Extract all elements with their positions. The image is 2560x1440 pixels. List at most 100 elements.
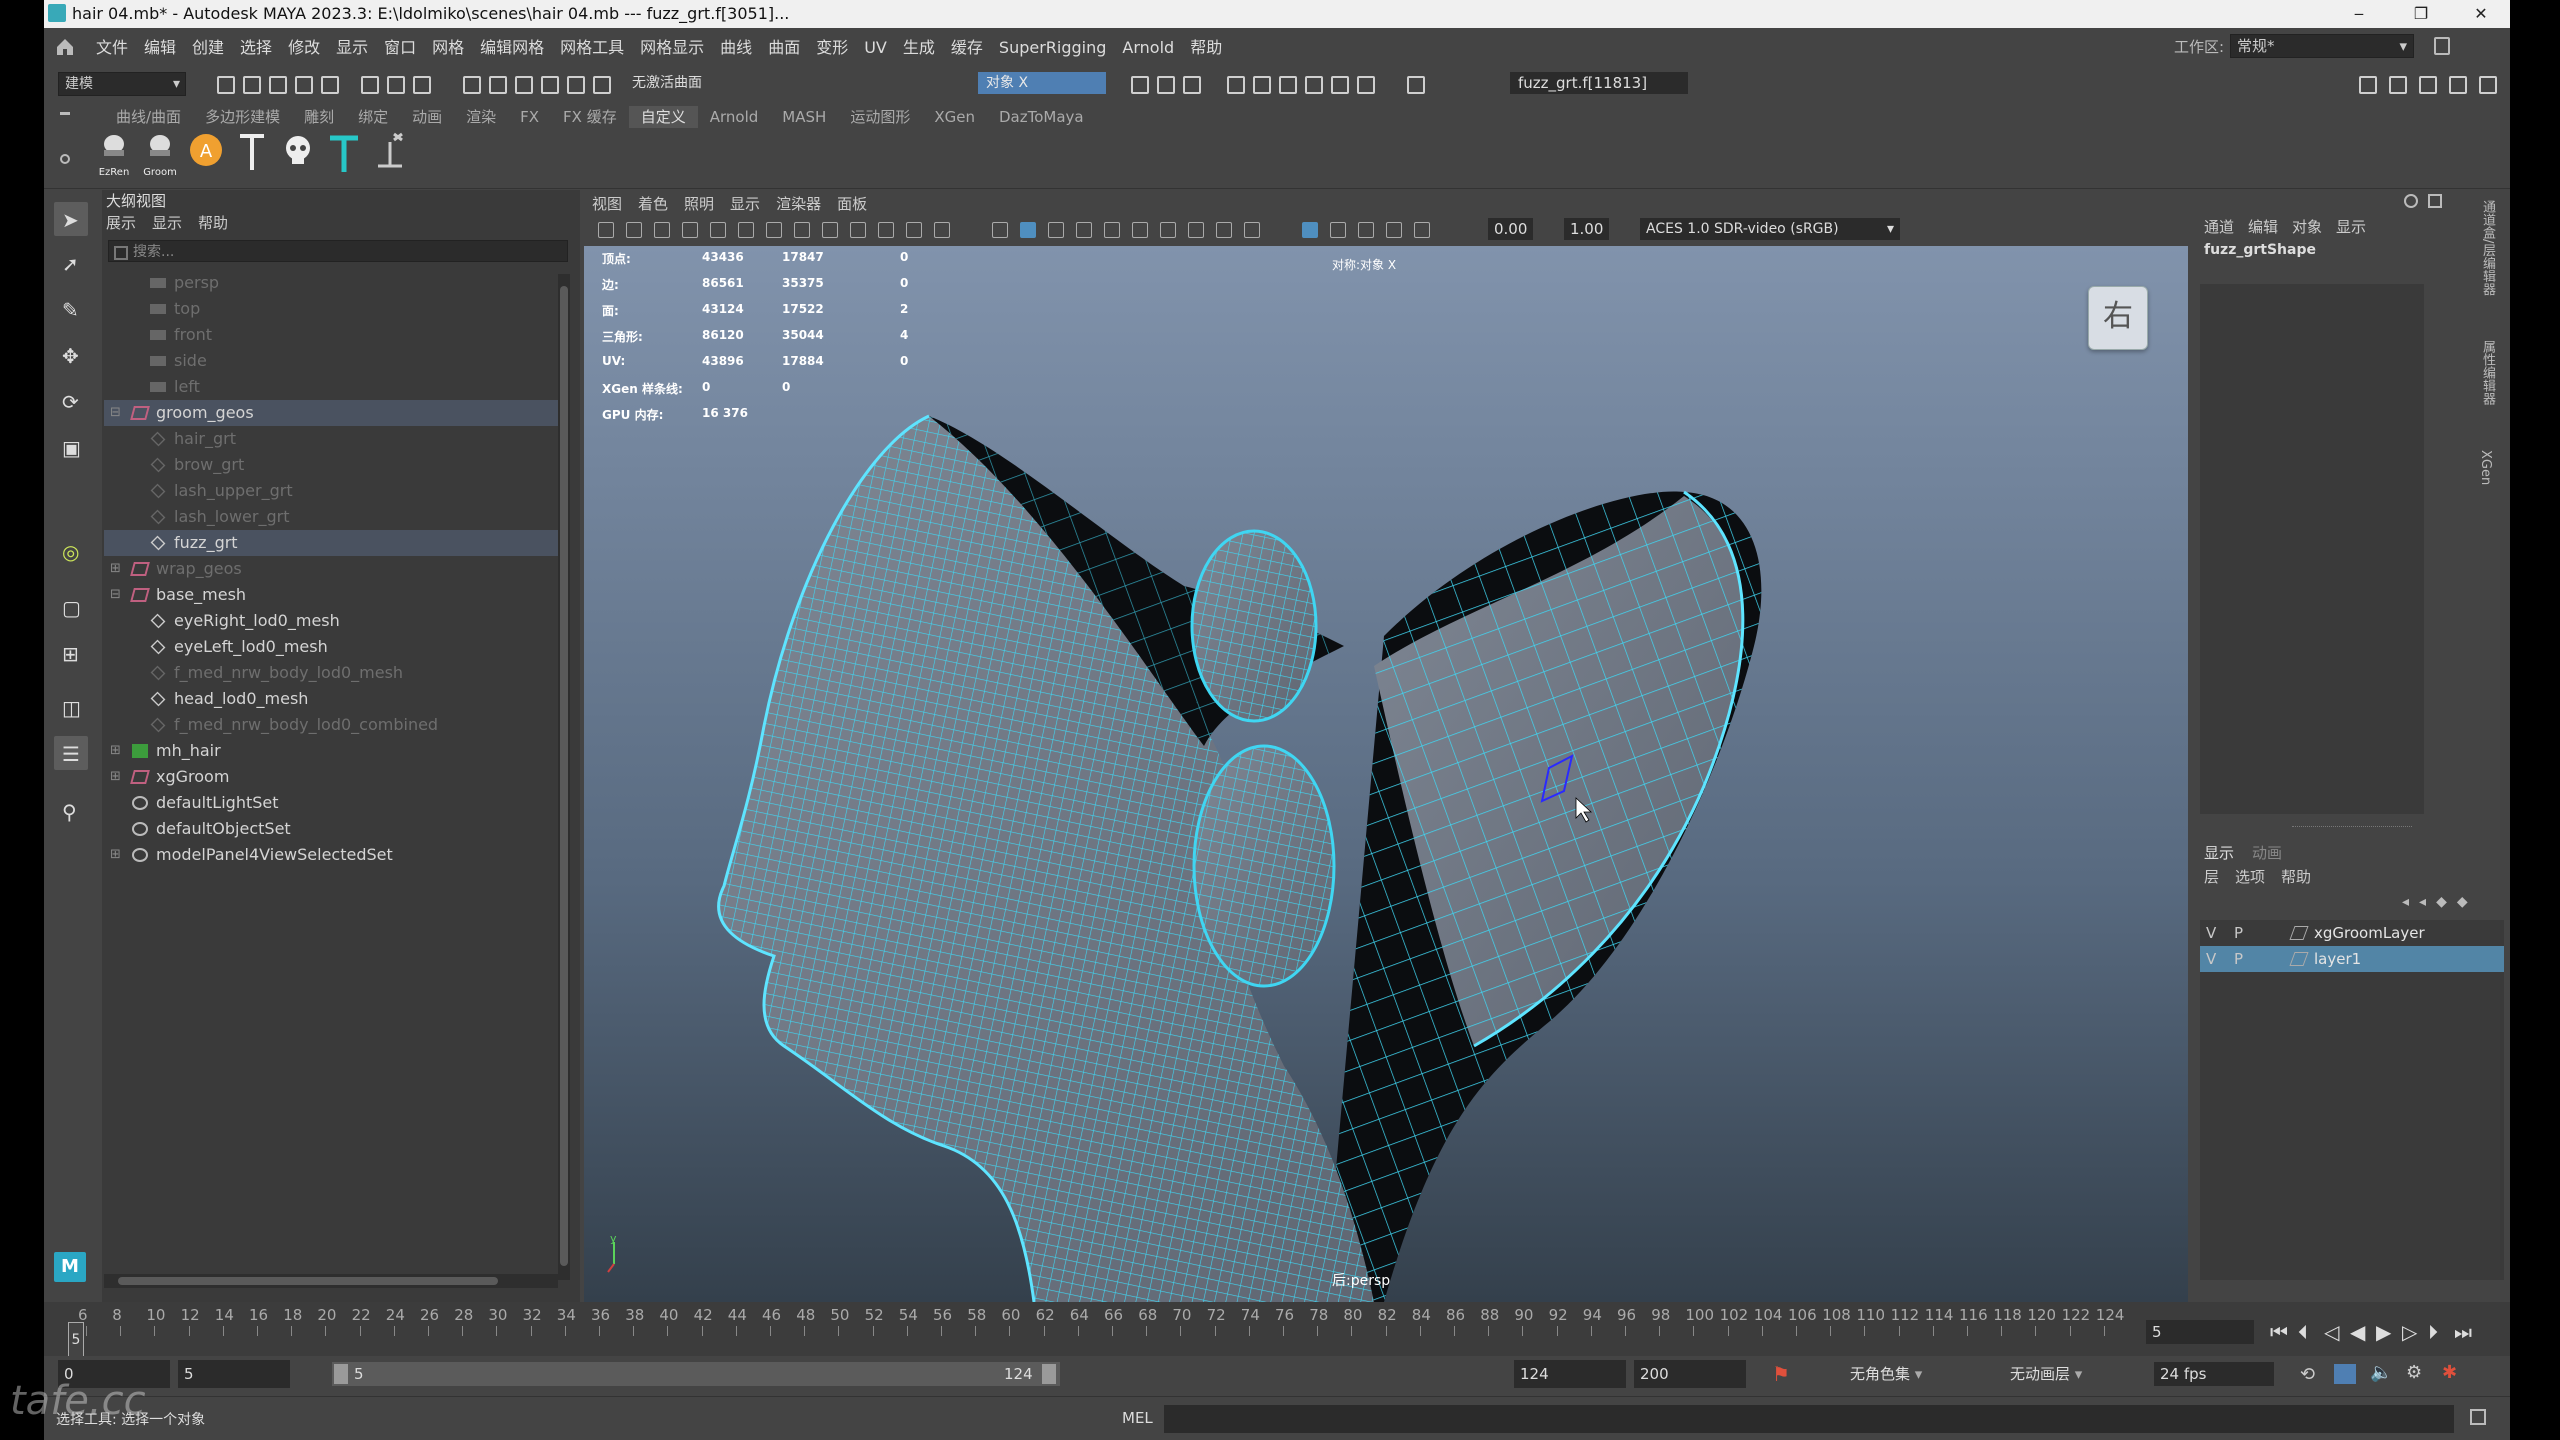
render-settings-icon[interactable] <box>1250 74 1271 94</box>
outliner-row[interactable]: persp <box>104 270 568 296</box>
outliner-row[interactable]: front <box>104 322 568 348</box>
single-view-layout[interactable]: ▢ <box>54 590 88 624</box>
scale-tool[interactable]: ▣ <box>54 430 88 464</box>
outliner-row[interactable]: ⊞ modelPanel4ViewSelectedSet <box>104 842 568 868</box>
redo-icon[interactable] <box>318 74 339 94</box>
outliner-vscrollbar[interactable] <box>558 274 570 1280</box>
gate-mask-icon[interactable] <box>850 222 866 238</box>
viewport-menu-item[interactable]: 显示 <box>730 192 760 216</box>
shelf-button-joint[interactable] <box>232 130 272 178</box>
menu-item-1[interactable]: 编辑 <box>136 28 184 68</box>
outliner-menu-item[interactable]: 帮助 <box>198 212 228 233</box>
mel-toggle[interactable]: MEL <box>1122 1409 1153 1427</box>
shelf-tab-2[interactable]: 雕刻 <box>292 106 346 128</box>
outliner-row[interactable]: eyeLeft_lod0_mesh <box>104 634 568 660</box>
layer-visibility-toggle[interactable]: V <box>2206 920 2216 946</box>
outliner-row[interactable]: top <box>104 296 568 322</box>
undo-icon[interactable] <box>292 74 313 94</box>
current-frame-field[interactable]: 5 <box>2146 1320 2254 1344</box>
expand-icon[interactable]: ⊟ <box>110 400 122 426</box>
expand-icon[interactable]: ⊞ <box>110 764 122 790</box>
exposure-field[interactable]: 0.00 <box>1488 218 1534 240</box>
viewport-menu-item[interactable]: 面板 <box>837 192 867 216</box>
snap-vertex-icon[interactable] <box>590 74 611 94</box>
color-space-dropdown[interactable]: ACES 1.0 SDR-video (sRGB) <box>1640 218 1900 240</box>
rotate-tool[interactable]: ⟳ <box>54 384 88 418</box>
menu-item-5[interactable]: 显示 <box>328 28 376 68</box>
outliner-menu-item[interactable]: 展示 <box>106 212 136 233</box>
channel-box-menu-item[interactable]: 编辑 <box>2248 216 2278 237</box>
home-icon[interactable] <box>54 36 76 58</box>
grid-icon[interactable] <box>766 222 782 238</box>
shelf-tab-4[interactable]: 动画 <box>400 106 454 128</box>
head-mesh[interactable] <box>584 246 2188 1302</box>
workspace-dropdown[interactable]: 常规* <box>2230 34 2414 58</box>
depth-of-field-icon[interactable] <box>1244 222 1260 238</box>
menu-item-18[interactable]: Arnold <box>1114 28 1182 68</box>
menu-item-15[interactable]: 生成 <box>895 28 943 68</box>
shelf-tab-10[interactable]: MASH <box>770 106 838 128</box>
step-forward-key-icon[interactable]: ⏵ <box>2428 1320 2438 1344</box>
fps-dropdown[interactable]: 24 fps <box>2154 1362 2274 1386</box>
ipr-render-icon[interactable] <box>1180 74 1201 94</box>
arnold-ipr-icon[interactable] <box>1328 74 1349 94</box>
render-current-icon[interactable] <box>1154 74 1175 94</box>
panel-divider[interactable] <box>2292 826 2412 830</box>
menu-item-14[interactable]: UV <box>856 28 895 68</box>
channel-box-menu-item[interactable]: 对象 <box>2292 216 2322 237</box>
side-tab-xgen[interactable]: XGen <box>2478 450 2493 485</box>
menu-item-2[interactable]: 创建 <box>184 28 232 68</box>
last-tool[interactable]: ◎ <box>54 534 88 568</box>
shelf-button-skull[interactable] <box>278 130 318 178</box>
shelf-tab-6[interactable]: FX <box>508 106 551 128</box>
bookmarks-icon[interactable] <box>654 222 670 238</box>
shelf-button-groom[interactable]: Groom <box>140 130 180 178</box>
step-forward-frame-icon[interactable]: ▷ <box>2402 1320 2417 1344</box>
maya-m-icon[interactable]: M <box>54 1252 86 1282</box>
shelf-button-teal-joint[interactable] <box>324 130 364 178</box>
menu-item-7[interactable]: 网格 <box>424 28 472 68</box>
close-button[interactable]: ✕ <box>2452 0 2510 28</box>
scroll-thumb[interactable] <box>118 1277 498 1285</box>
shelf-tab-13[interactable]: DazToMaya <box>987 106 1096 128</box>
menu-item-17[interactable]: SuperRigging <box>991 28 1115 68</box>
menu-item-0[interactable]: 文件 <box>88 28 136 68</box>
sound-icon[interactable]: 🔈 <box>2370 1362 2392 1383</box>
shelf-tab-11[interactable]: 运动图形 <box>838 106 922 128</box>
field-chart-icon[interactable] <box>878 222 894 238</box>
move-layer-up-icon[interactable]: ◂ <box>2402 894 2409 910</box>
motion-blur-icon[interactable] <box>1188 222 1204 238</box>
select-object-icon[interactable] <box>384 74 405 94</box>
textured-icon[interactable] <box>1076 222 1092 238</box>
play-forwards-icon[interactable]: ▶ <box>2376 1320 2391 1344</box>
snap-view-icon[interactable] <box>538 74 559 94</box>
tool-settings-icon[interactable] <box>2446 74 2467 94</box>
outliner-row[interactable]: lash_upper_grt <box>104 478 568 504</box>
channel-box-object-name[interactable]: fuzz_grtShape <box>2204 242 2316 258</box>
shelf-tab-3[interactable]: 绑定 <box>346 106 400 128</box>
menu-item-6[interactable]: 窗口 <box>376 28 424 68</box>
2d-pan-icon[interactable] <box>710 222 726 238</box>
lock-icon[interactable] <box>2434 37 2450 55</box>
shelf-tab-12[interactable]: XGen <box>922 106 987 128</box>
new-layer-icon[interactable]: ◆ <box>2436 894 2447 910</box>
outliner-row[interactable]: side <box>104 348 568 374</box>
channel-box-menu-item[interactable]: 通道 <box>2204 216 2234 237</box>
snap-surface-icon[interactable] <box>564 74 585 94</box>
animation-end-field[interactable]: 200 <box>1634 1360 1746 1388</box>
outliner-row[interactable]: eyeRight_lod0_mesh <box>104 608 568 634</box>
film-gate-icon[interactable] <box>794 222 810 238</box>
sidebar-toggle-icon[interactable] <box>1404 74 1425 94</box>
menu-item-9[interactable]: 网格工具 <box>552 28 632 68</box>
symmetry-field[interactable]: 对象 X <box>978 72 1106 94</box>
arnold-light-icon[interactable] <box>1354 74 1375 94</box>
outliner-menu-item[interactable]: 显示 <box>152 212 182 233</box>
layer-menu-item[interactable]: 帮助 <box>2281 866 2311 887</box>
outliner-row[interactable]: f_med_nrw_body_lod0_mesh <box>104 660 568 686</box>
modeling-toolkit-icon[interactable] <box>2356 74 2377 94</box>
default-material-icon[interactable] <box>1048 222 1064 238</box>
selection-name-field[interactable]: fuzz_grt.f[11813] <box>1510 72 1688 94</box>
menu-item-19[interactable]: 帮助 <box>1182 28 1230 68</box>
shelf-tab-5[interactable]: 渲染 <box>454 106 508 128</box>
save-scene-icon[interactable] <box>266 74 287 94</box>
